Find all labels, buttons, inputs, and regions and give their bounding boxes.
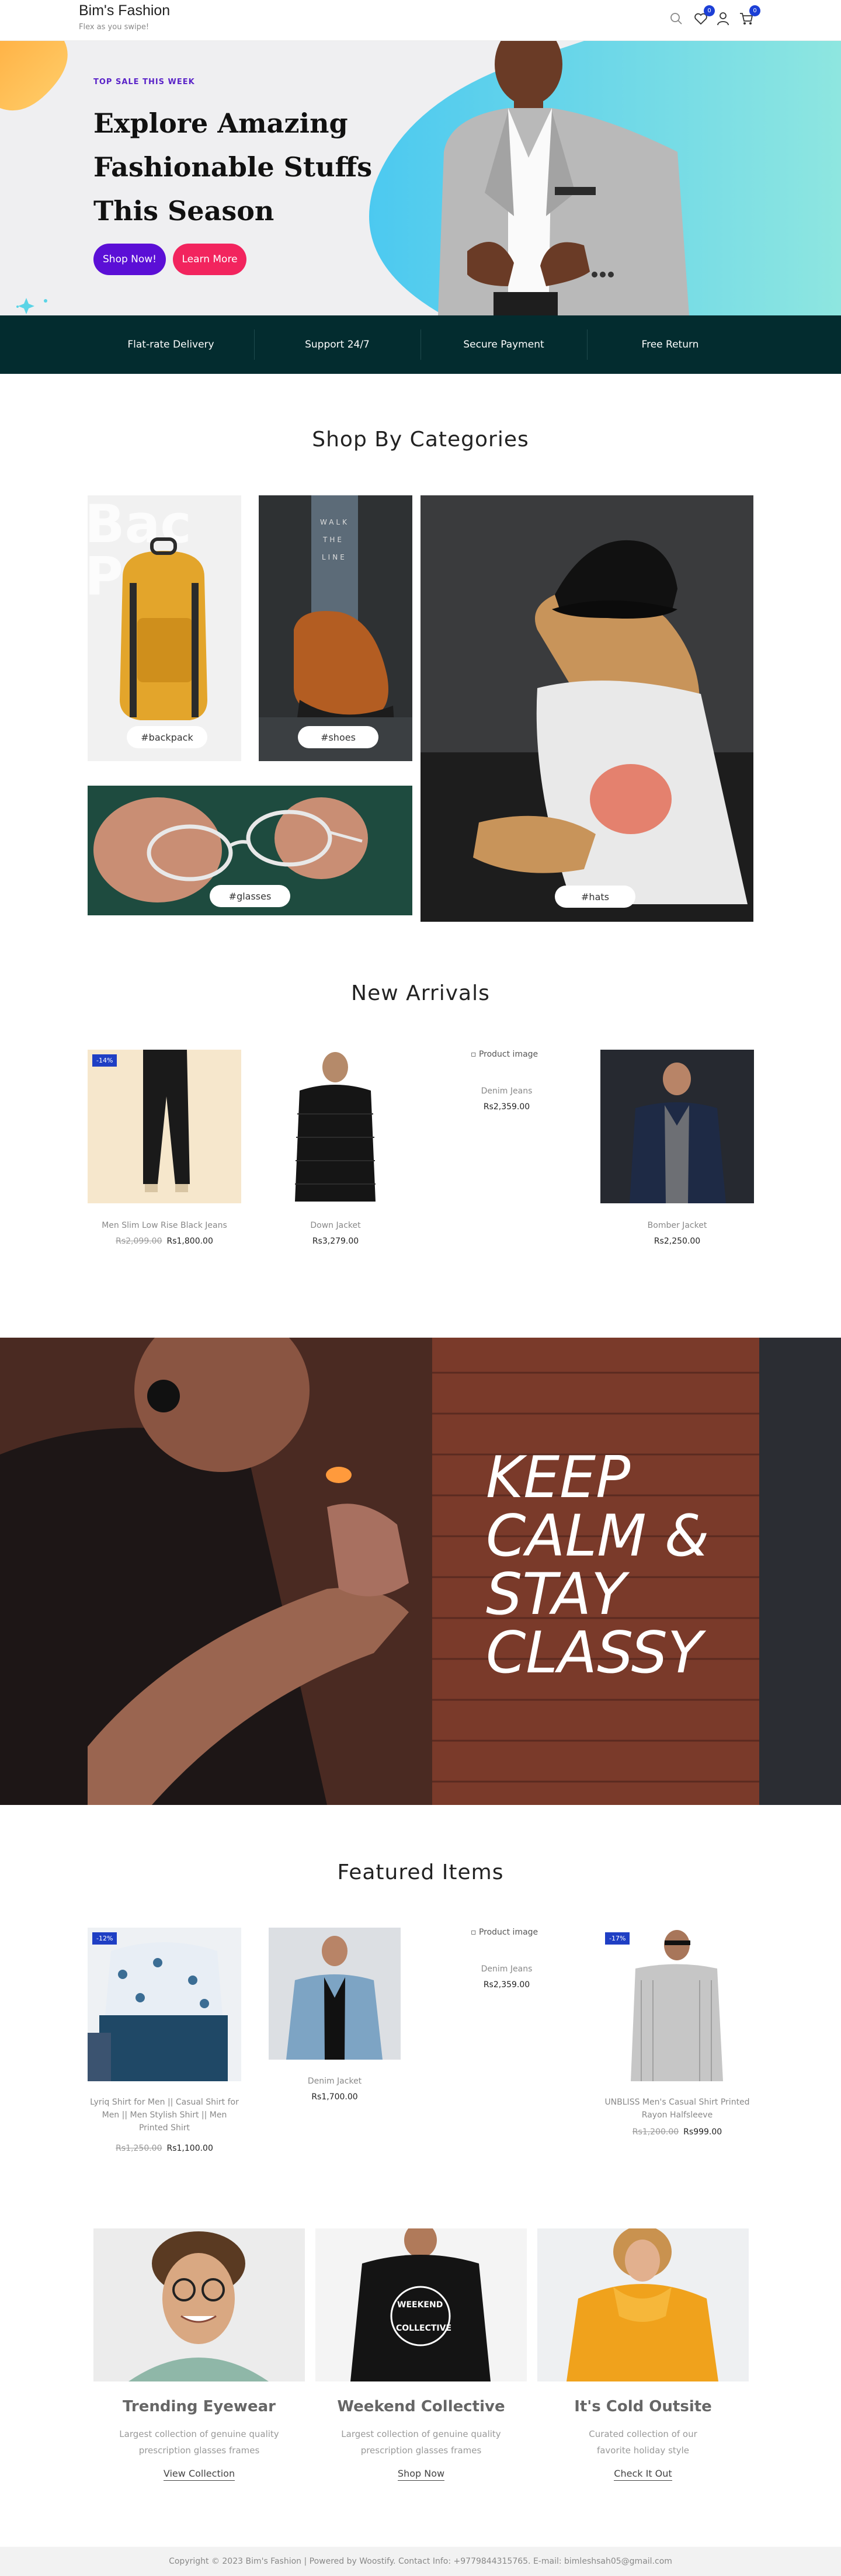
product-price: Rs2,099.00 Rs1,800.00 xyxy=(88,1237,241,1246)
product-sale-price: Rs999.00 xyxy=(683,2127,722,2137)
product-card[interactable]: -17% UNBLISS Men's Casual Shirt Printed … xyxy=(600,1928,754,2155)
discount-badge: -17% xyxy=(605,1932,630,1945)
svg-text:THE: THE xyxy=(322,536,344,544)
collection-card-eyewear[interactable]: Trending Eyewear Largest collection of g… xyxy=(93,2228,305,2491)
product-image[interactable]: -12% xyxy=(88,1928,241,2081)
shop-now-button[interactable]: Shop Now! xyxy=(93,244,166,275)
user-icon[interactable] xyxy=(715,11,731,27)
product-price: Rs2,359.00 xyxy=(483,1980,530,1990)
product-old-price: Rs1,200.00 xyxy=(632,2127,679,2137)
discount-badge: -12% xyxy=(92,1932,117,1945)
product-name[interactable]: Denim Jeans xyxy=(430,1085,583,1098)
category-hats[interactable]: #hats xyxy=(420,495,753,922)
site-header: Bim's Fashion Flex as you swipe! 0 0 xyxy=(0,0,841,41)
product-name[interactable]: Men Slim Low Rise Black Jeans xyxy=(88,1219,241,1232)
svg-text:WEEKEND: WEEKEND xyxy=(397,2300,443,2310)
category-shoes[interactable]: WALK THE LINE #shoes xyxy=(259,495,412,761)
product-name[interactable]: Bomber Jacket xyxy=(600,1219,754,1232)
feature-support: Support 24/7 xyxy=(305,339,370,350)
product-price: Rs2,359.00 xyxy=(483,1102,530,1112)
footer-copyright: Copyright © 2023 Bim's Fashion | Powered… xyxy=(169,2557,672,2566)
hero-eyebrow: TOP SALE THIS WEEK xyxy=(93,78,195,86)
search-icon[interactable] xyxy=(668,11,684,27)
backpack-image: Bac P xyxy=(88,495,207,720)
svg-text:WALK: WALK xyxy=(320,518,349,526)
featured-title: Featured Items xyxy=(337,1860,504,1884)
collection-description: Largest collection of genuine quality pr… xyxy=(119,2429,279,2456)
collection-card-weekend[interactable]: WEEKEND COLLECTIVE Weekend Collective La… xyxy=(315,2223,527,2491)
product-card[interactable]: Denim Jacket Rs1,700.00 xyxy=(269,1928,401,2120)
product-price: Rs1,700.00 xyxy=(311,2092,358,2102)
collection-link[interactable]: View Collection xyxy=(93,2468,305,2481)
product-image[interactable] xyxy=(600,1050,754,1203)
site-footer: Copyright © 2023 Bim's Fashion | Powered… xyxy=(0,2547,841,2576)
category-glasses[interactable]: #glasses xyxy=(88,786,412,915)
product-card[interactable]: Down Jacket Rs3,279.00 xyxy=(259,1050,412,1260)
product-name[interactable]: Denim Jacket xyxy=(269,2075,401,2088)
broken-product-image[interactable]: ▫ Product image xyxy=(471,1050,538,1059)
banner-headline: KEEP CALM & STAY CLASSY xyxy=(486,1445,710,1686)
wishlist-count-badge: 0 xyxy=(704,5,715,16)
shoes-image: WALK THE LINE xyxy=(259,495,412,761)
discount-badge: -14% xyxy=(92,1054,117,1067)
product-old-price: Rs2,099.00 xyxy=(116,1237,162,1246)
svg-text:P: P xyxy=(88,546,123,607)
product-sale-price: Rs1,100.00 xyxy=(166,2144,213,2153)
collection-link[interactable]: Shop Now xyxy=(315,2468,527,2481)
collection-title: It's Cold Outsite xyxy=(574,2398,712,2415)
product-card[interactable]: ▫ Product image Denim Jeans Rs2,359.00 xyxy=(430,1050,583,1131)
product-image[interactable] xyxy=(269,1928,401,2060)
product-price: Rs1,250.00 Rs1,100.00 xyxy=(88,2144,241,2153)
collection-title: Trending Eyewear xyxy=(123,2398,276,2415)
product-old-price: Rs1,250.00 xyxy=(116,2144,162,2153)
product-name[interactable]: Lyriq Shirt for Men || Casual Shirt for … xyxy=(88,2096,241,2134)
categories-title: Shop By Categories xyxy=(312,428,529,452)
feature-payment: Secure Payment xyxy=(463,339,544,350)
collection-description: Largest collection of genuine quality pr… xyxy=(341,2429,501,2456)
wishlist-button[interactable]: 0 xyxy=(693,5,715,27)
hero-section: TOP SALE THIS WEEK Explore Amazing Fashi… xyxy=(0,41,841,315)
product-image[interactable]: -14% xyxy=(88,1050,241,1203)
feature-delivery: Flat-rate Delivery xyxy=(127,339,214,350)
svg-text:LINE: LINE xyxy=(322,553,347,561)
broken-product-image[interactable]: ▫ Product image xyxy=(471,1928,538,1937)
site-tagline: Flex as you swipe! xyxy=(79,23,150,32)
product-price: Rs3,279.00 xyxy=(312,1237,359,1246)
feature-return: Free Return xyxy=(641,339,699,350)
cart-count-badge: 0 xyxy=(749,5,760,16)
product-price: Rs2,250.00 xyxy=(654,1237,701,1246)
collection-image-weekend: WEEKEND COLLECTIVE xyxy=(315,2223,527,2381)
collection-image-eyewear xyxy=(93,2228,305,2381)
svg-text:COLLECTIVE: COLLECTIVE xyxy=(396,2324,451,2333)
learn-more-button[interactable]: Learn More xyxy=(173,244,246,275)
product-card[interactable]: Bomber Jacket Rs2,250.00 xyxy=(600,1050,754,1260)
promo-banner: KEEP CALM & STAY CLASSY xyxy=(0,1338,841,1805)
product-sale-price: Rs1,800.00 xyxy=(166,1237,213,1246)
product-name[interactable]: Down Jacket xyxy=(259,1219,412,1232)
product-card[interactable]: -12% Lyriq Shirt for Men || Casual Shirt… xyxy=(88,1928,241,2155)
product-image[interactable]: -17% xyxy=(600,1928,754,2081)
collection-title: Weekend Collective xyxy=(337,2398,505,2415)
product-name[interactable]: UNBLISS Men's Casual Shirt Printed Rayon… xyxy=(600,2096,754,2122)
new-arrivals-title: New Arrivals xyxy=(351,981,490,1005)
category-backpack[interactable]: Bac P #backpack xyxy=(88,495,241,761)
product-card[interactable]: -14% Men Slim Low Rise Black Jeans Rs2,0… xyxy=(88,1050,241,1260)
site-brand[interactable]: Bim's Fashion xyxy=(79,2,170,19)
features-strip: Flat-rate Delivery Support 24/7 Secure P… xyxy=(0,315,841,374)
product-card[interactable]: ▫ Product image Denim Jeans Rs2,359.00 xyxy=(430,1928,583,2009)
product-image[interactable] xyxy=(259,1050,412,1203)
collection-card-cold[interactable]: It's Cold Outsite Curated collection of … xyxy=(537,2226,749,2491)
category-tag-backpack[interactable]: #backpack xyxy=(127,726,207,748)
category-tag-glasses[interactable]: #glasses xyxy=(210,885,290,907)
collection-description: Curated collection of our favorite holid… xyxy=(589,2429,697,2456)
collection-link[interactable]: Check It Out xyxy=(537,2468,749,2481)
collection-image-cold xyxy=(537,2226,749,2381)
cart-button[interactable]: 0 xyxy=(738,5,760,27)
hats-image xyxy=(420,495,753,922)
category-tag-shoes[interactable]: #shoes xyxy=(298,726,378,748)
product-name[interactable]: Denim Jeans xyxy=(430,1963,583,1976)
product-price: Rs1,200.00 Rs999.00 xyxy=(600,2127,754,2137)
hero-title: Explore Amazing Fashionable Stuffs This … xyxy=(93,107,373,227)
category-tag-hats[interactable]: #hats xyxy=(555,886,635,908)
